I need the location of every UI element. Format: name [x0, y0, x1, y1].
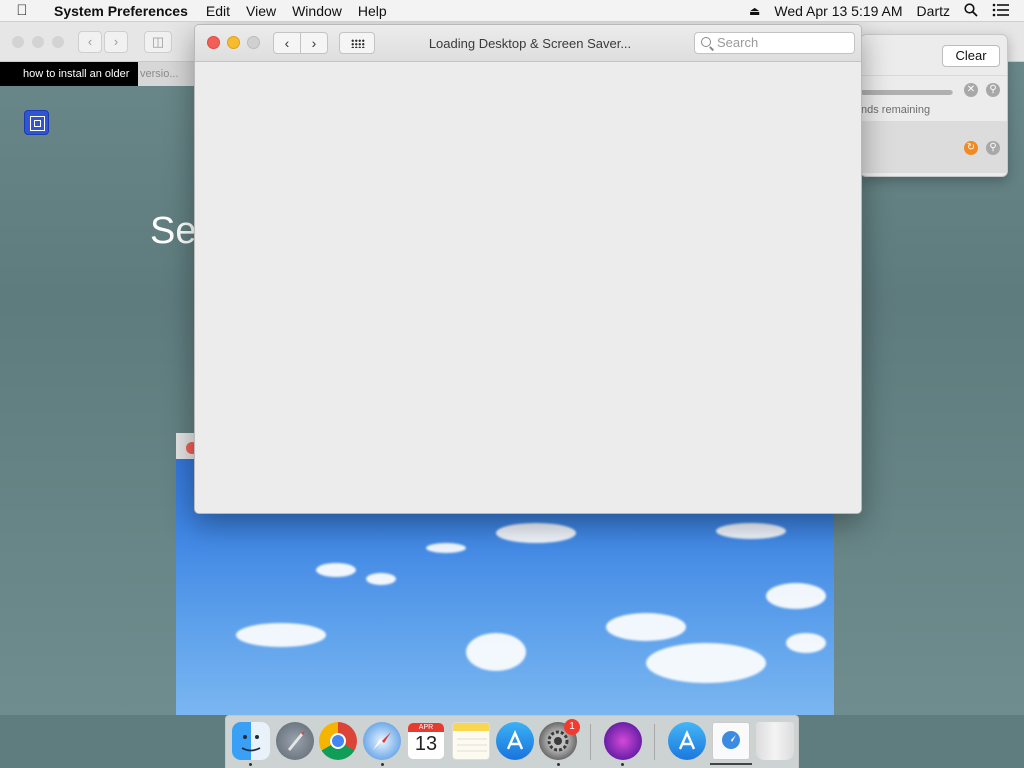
- browser-close-button[interactable]: [12, 36, 24, 48]
- running-indicator: [249, 763, 252, 766]
- window-titlebar: ‹ › Loading Desktop & Screen Saver... Se…: [195, 25, 861, 62]
- cloud-image: [236, 623, 326, 647]
- show-all-grid-button[interactable]: [339, 32, 375, 54]
- back-icon[interactable]: ‹: [273, 32, 301, 54]
- download-progress-indicator: [710, 763, 752, 765]
- search-input[interactable]: Search: [694, 32, 855, 54]
- clear-downloads-button[interactable]: Clear: [942, 45, 1000, 67]
- notes-icon[interactable]: [452, 722, 490, 760]
- notification-center-icon[interactable]: [992, 3, 1010, 20]
- menu-window[interactable]: Window: [284, 3, 350, 19]
- zoom-button: [247, 36, 260, 49]
- installer-app-icon[interactable]: [668, 722, 706, 760]
- downloads-popover: Clear nds remaining ✕ ⚲ ↻ ⚲: [860, 34, 1008, 177]
- finder-icon[interactable]: [232, 722, 270, 760]
- cloud-image: [766, 583, 826, 609]
- window-title: Loading Desktop & Screen Saver...: [428, 36, 632, 51]
- chrome-icon[interactable]: [319, 722, 357, 760]
- cloud-image: [646, 643, 766, 683]
- cloud-image: [496, 523, 576, 543]
- page-hero-text: Se: [150, 210, 197, 252]
- user-menu[interactable]: Dartz: [917, 3, 950, 19]
- notification-badge: 1: [564, 719, 580, 735]
- download-progress-fill: [861, 90, 953, 95]
- download-status-text: nds remaining: [861, 104, 931, 116]
- launchpad-icon[interactable]: [276, 722, 314, 760]
- close-button[interactable]: [207, 36, 220, 49]
- trash-icon[interactable]: [756, 722, 794, 760]
- app-store-icon[interactable]: [496, 722, 534, 760]
- site-logo-icon[interactable]: [24, 110, 49, 135]
- forward-icon[interactable]: ›: [300, 32, 328, 54]
- calendar-icon[interactable]: APR 13: [407, 722, 445, 760]
- downloads-stack-icon[interactable]: [712, 722, 750, 760]
- siri-icon[interactable]: [604, 722, 642, 760]
- download-item[interactable]: ↻ ⚲: [861, 121, 1007, 173]
- cloud-image: [716, 523, 786, 539]
- dock-separator: [590, 724, 591, 760]
- browser-zoom-button[interactable]: [52, 36, 64, 48]
- reveal-in-finder-icon[interactable]: ⚲: [986, 83, 1000, 97]
- browser-tab-title-overflow[interactable]: versio...: [140, 62, 194, 86]
- running-indicator: [557, 763, 560, 766]
- grid-icon: [351, 39, 365, 48]
- cloud-image: [466, 633, 526, 671]
- search-icon: [701, 37, 711, 47]
- calendar-month: APR: [408, 723, 444, 732]
- app-menu[interactable]: System Preferences: [44, 3, 198, 19]
- browser-tab-active[interactable]: how to install an older: [0, 62, 138, 86]
- dock: APR 13 1: [225, 715, 799, 768]
- apple-menu-icon[interactable]: : [0, 2, 44, 19]
- cloud-image: [316, 563, 356, 577]
- running-indicator: [621, 763, 624, 766]
- resume-download-icon[interactable]: ↻: [964, 141, 978, 155]
- status-area: ⏏ Wed Apr 13 5:19 AM Dartz: [749, 0, 1024, 22]
- system-preferences-window: ‹ › Loading Desktop & Screen Saver... Se…: [194, 24, 862, 514]
- browser-minimize-button[interactable]: [32, 36, 44, 48]
- calendar-day: 13: [414, 733, 438, 755]
- browser-back-icon[interactable]: ‹: [78, 31, 102, 53]
- spotlight-search-icon[interactable]: [964, 2, 978, 20]
- download-progress-bar: [861, 90, 953, 95]
- cancel-download-icon[interactable]: ✕: [964, 83, 978, 97]
- running-indicator: [381, 763, 384, 766]
- preference-pane-content: [195, 62, 861, 513]
- menu-edit[interactable]: Edit: [198, 3, 238, 19]
- menubar-clock[interactable]: Wed Apr 13 5:19 AM: [774, 3, 902, 19]
- dock-separator: [654, 724, 655, 760]
- menu-view[interactable]: View: [238, 3, 284, 19]
- reveal-in-finder-icon[interactable]: ⚲: [986, 141, 1000, 155]
- minimize-button[interactable]: [227, 36, 240, 49]
- cloud-image: [366, 573, 396, 585]
- eject-icon[interactable]: ⏏: [749, 4, 760, 18]
- sidebar-toggle-icon[interactable]: ◫: [144, 31, 172, 53]
- safari-icon[interactable]: [363, 722, 401, 760]
- menu-help[interactable]: Help: [350, 3, 395, 19]
- cloud-image: [426, 543, 466, 553]
- download-item[interactable]: nds remaining ✕ ⚲: [861, 75, 1007, 121]
- cloud-image: [606, 613, 686, 641]
- cloud-image: [786, 633, 826, 653]
- menu-bar:  System Preferences Edit View Window He…: [0, 0, 1024, 22]
- browser-forward-icon[interactable]: ›: [104, 31, 128, 53]
